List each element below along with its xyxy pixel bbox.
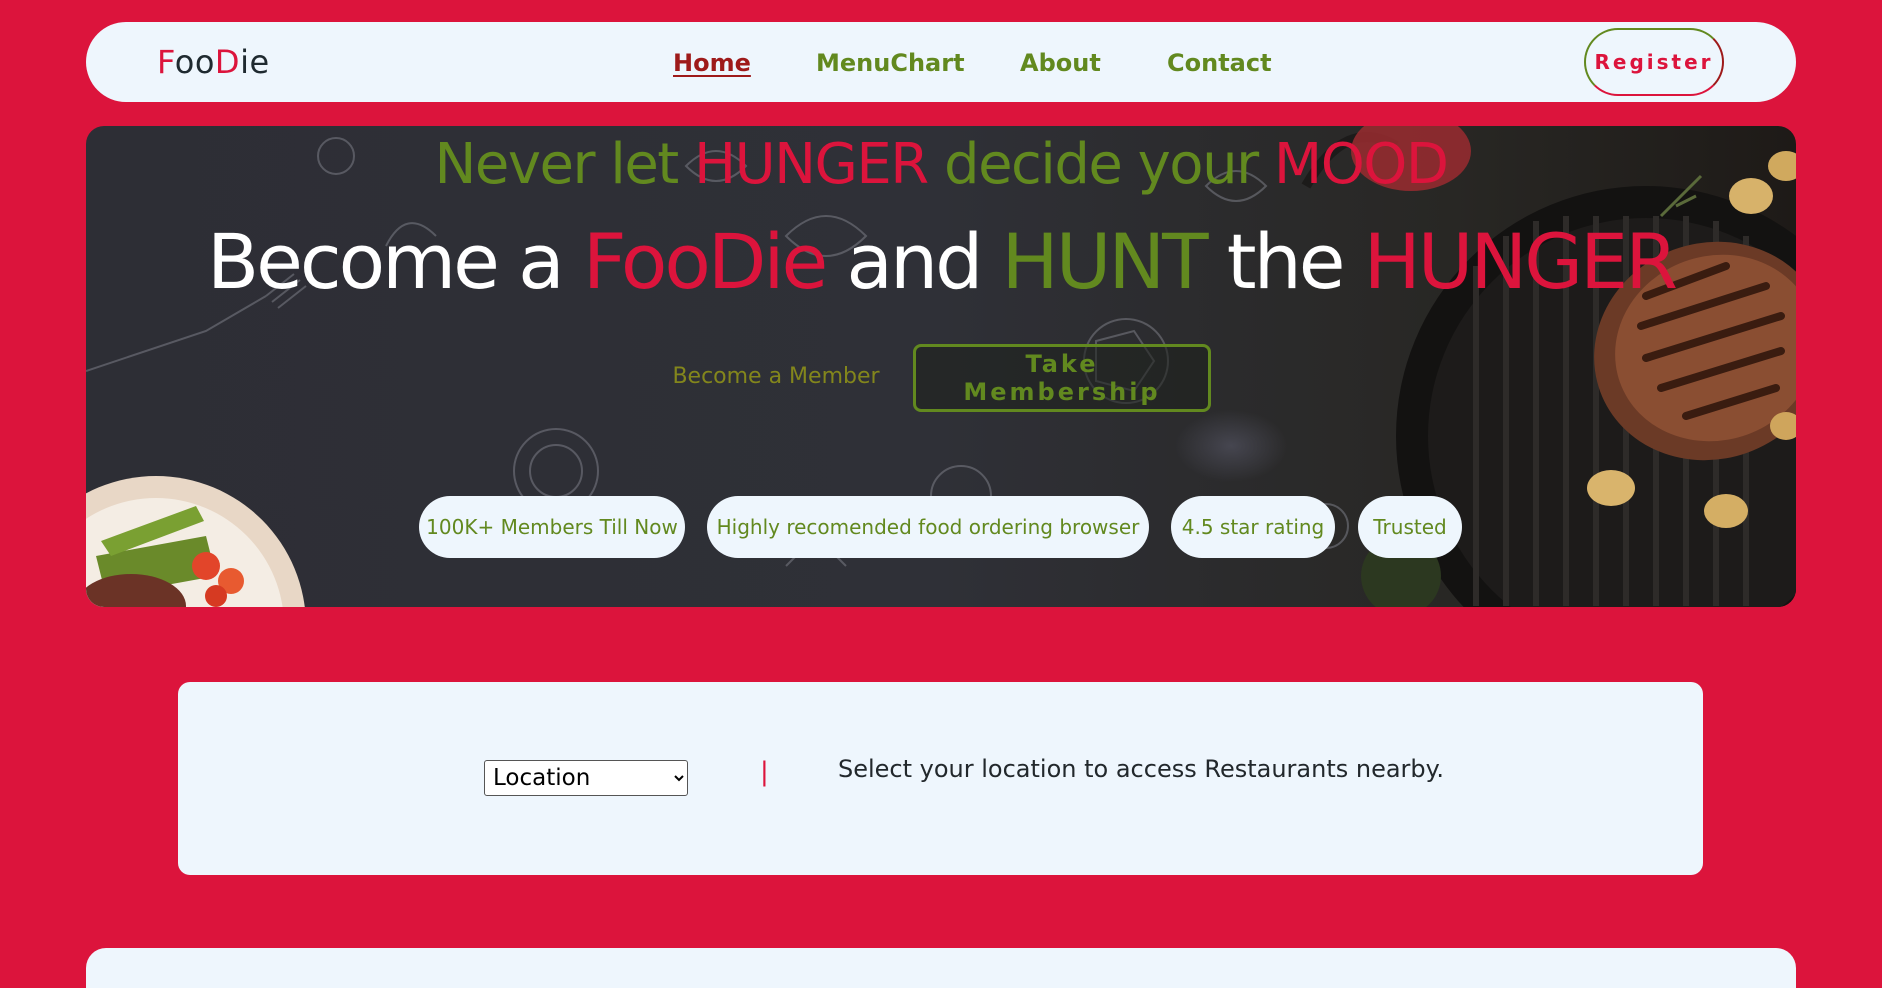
- become-member-label: Become a Member: [672, 364, 880, 389]
- take-membership-button[interactable]: Take Membership: [913, 344, 1211, 412]
- location-divider: |: [760, 757, 769, 787]
- headline-part: and: [825, 217, 1002, 306]
- location-card: Location | Select your location to acces…: [178, 682, 1703, 875]
- hero-tagline: Never let HUNGER decide your MOOD: [86, 130, 1796, 200]
- hero-headline: Become a FooDie and HUNT the HUNGER: [86, 214, 1796, 310]
- headline-highlight: HUNGER: [1363, 217, 1678, 306]
- hero-badges: 100K+ Members Till Now Highly recomended…: [86, 496, 1796, 558]
- next-section: [86, 948, 1796, 988]
- nav-link-menuchart[interactable]: MenuChart: [816, 48, 965, 78]
- badge-trusted: Trusted: [1358, 496, 1462, 558]
- nav-links: Home MenuChart About Contact: [86, 22, 1796, 102]
- nav-link-about[interactable]: About: [1020, 48, 1101, 78]
- headline-part: the: [1205, 217, 1364, 306]
- headline-highlight: HUNT: [1001, 217, 1209, 306]
- headline-part: Become a: [206, 217, 583, 306]
- badge-rating: 4.5 star rating: [1171, 496, 1335, 558]
- register-button[interactable]: Register: [1584, 28, 1724, 96]
- location-select[interactable]: Location: [484, 760, 688, 796]
- location-hint: Select your location to access Restauran…: [838, 755, 1445, 783]
- headline-brand: FooDie: [582, 217, 828, 306]
- badge-recommended: Highly recomended food ordering browser: [707, 496, 1149, 558]
- hero-banner: Never let HUNGER decide your MOOD Become…: [86, 126, 1796, 607]
- tagline-part: Never let: [434, 132, 695, 197]
- tagline-highlight: MOOD: [1273, 132, 1449, 197]
- nav-link-contact[interactable]: Contact: [1167, 48, 1272, 78]
- navbar: FooDie Home MenuChart About Contact Regi…: [86, 22, 1796, 102]
- nav-link-home[interactable]: Home: [673, 48, 751, 78]
- tagline-highlight: HUNGER: [694, 132, 929, 197]
- badge-members: 100K+ Members Till Now: [419, 496, 685, 558]
- tagline-part: decide your: [927, 132, 1274, 197]
